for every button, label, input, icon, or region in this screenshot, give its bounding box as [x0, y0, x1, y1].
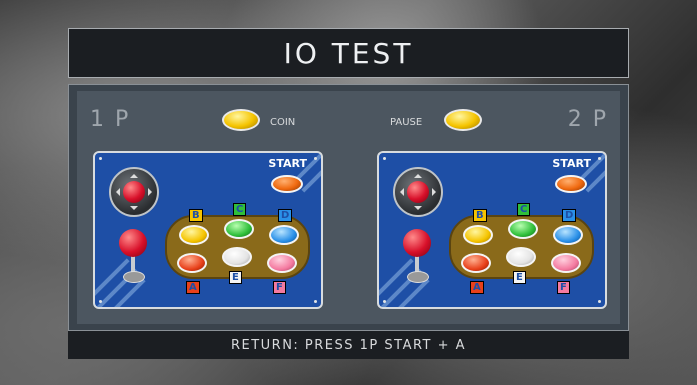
player1-button-a-icon — [177, 253, 207, 273]
player2-button-c-icon — [508, 219, 538, 239]
player1-dpad-icon — [109, 167, 159, 217]
player2-button-f-icon — [551, 253, 581, 273]
player1-start-label: START — [268, 157, 307, 170]
title-bar: IO TEST — [68, 28, 629, 78]
player2-button-d-icon — [553, 225, 583, 245]
player2-letter-d: D — [562, 209, 577, 222]
player2-control-panel: START B C D A E F — [377, 151, 607, 309]
coin-label: COIN — [270, 117, 296, 128]
player2-letter-f: F — [557, 281, 570, 294]
player1-letter-d: D — [278, 209, 293, 222]
pause-label: PAUSE — [390, 117, 423, 128]
player2-start-button-icon — [555, 175, 587, 193]
player1-letter-a: A — [186, 281, 200, 294]
player1-label: 1 P — [90, 107, 131, 132]
page-title: IO TEST — [283, 36, 414, 70]
player1-letter-c: C — [233, 203, 247, 216]
player2-letter-c: C — [517, 203, 531, 216]
player1-button-e-icon — [222, 247, 252, 267]
player2-letter-a: A — [470, 281, 484, 294]
player1-letter-b: B — [189, 209, 203, 222]
player2-label: 2 P — [567, 107, 608, 132]
player1-control-panel: START B C D A E F — [93, 151, 323, 309]
footer-instruction: RETURN: PRESS 1P START + A — [230, 337, 467, 353]
player2-button-b-icon — [463, 225, 493, 245]
player1-joystick-icon — [117, 229, 149, 285]
player2-start-label: START — [552, 157, 591, 170]
player1-start-button-icon — [271, 175, 303, 193]
io-test-panel: 1 P 2 P COIN PAUSE START B C D A E F STA… — [68, 84, 629, 331]
player1-button-c-icon — [224, 219, 254, 239]
player2-button-e-icon — [506, 247, 536, 267]
player1-button-b-icon — [179, 225, 209, 245]
player1-button-deck — [165, 215, 310, 279]
player1-button-d-icon — [269, 225, 299, 245]
pause-button-icon — [444, 109, 482, 131]
coin-button-icon — [222, 109, 260, 131]
player1-button-f-icon — [267, 253, 297, 273]
footer-bar: RETURN: PRESS 1P START + A — [68, 331, 629, 359]
player1-letter-e: E — [229, 271, 242, 284]
player2-letter-e: E — [513, 271, 526, 284]
player2-letter-b: B — [473, 209, 487, 222]
player2-dpad-icon — [393, 167, 443, 217]
player2-joystick-icon — [401, 229, 433, 285]
player2-button-deck — [449, 215, 594, 279]
player2-button-a-icon — [461, 253, 491, 273]
player1-letter-f: F — [273, 281, 286, 294]
io-test-inner: 1 P 2 P COIN PAUSE START B C D A E F STA… — [77, 91, 620, 324]
